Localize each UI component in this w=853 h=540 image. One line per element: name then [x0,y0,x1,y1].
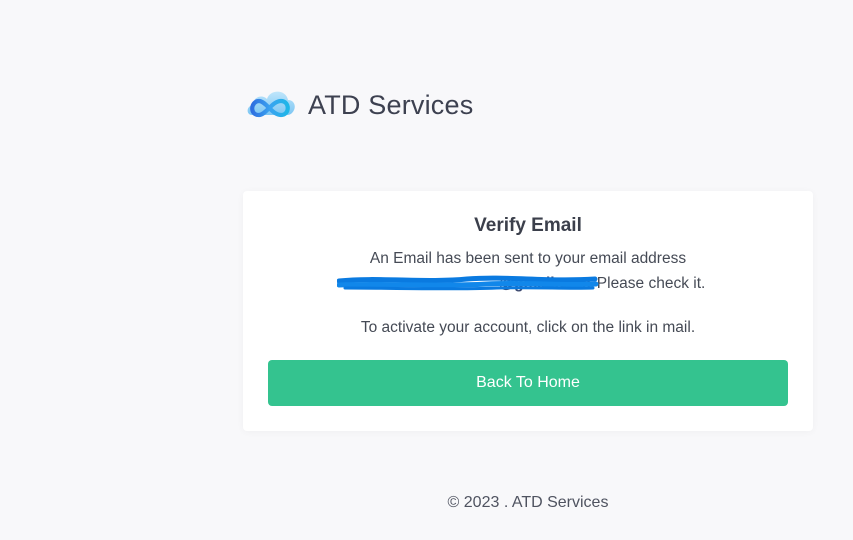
card-title: Verify Email [474,215,582,236]
footer-copyright: © 2023 . ATD Services [447,494,609,511]
please-check-text: Please check it. [596,275,706,292]
brand-name: ATD Services [308,89,474,120]
email-address-line: @gmail.com Please check it. [337,275,706,293]
email-sent-message: An Email has been sent to your email add… [369,250,687,267]
brand-header: ATD Services [244,84,473,126]
activation-instruction: To activate your account, click on the l… [360,319,696,336]
redaction-scribble [337,275,599,291]
infinity-cloud-icon [244,85,298,125]
verify-email-card: Verify Email An Email has been sent to y… [243,191,813,431]
back-to-home-button[interactable]: Back To Home [268,360,788,406]
redacted-email-address: @gmail.com [337,275,599,293]
